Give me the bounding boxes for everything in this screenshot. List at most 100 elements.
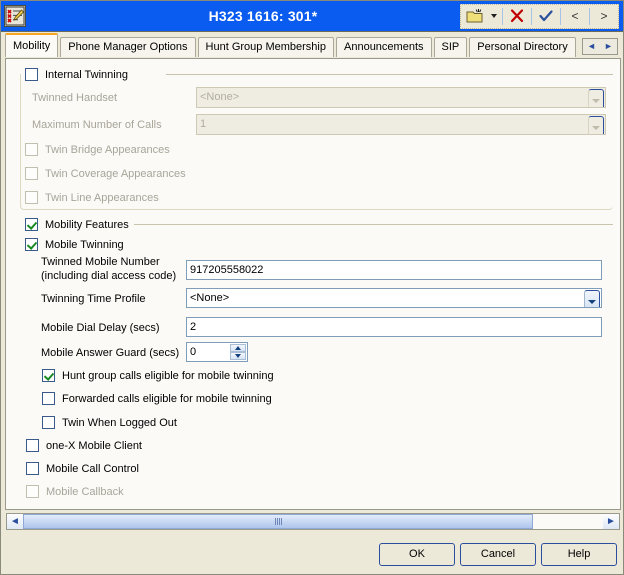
mobile-call-control-checkbox[interactable] — [26, 462, 39, 475]
twinned-handset-label: Twinned Handset — [32, 92, 117, 104]
mobile-callback-checkbox — [26, 485, 39, 498]
mobile-dial-delay-label: Mobile Dial Delay (secs) — [41, 322, 160, 334]
twinning-time-profile-chevron-down-icon[interactable] — [584, 290, 600, 307]
toolbar-separator — [560, 7, 561, 25]
title-bar: H323 1616: 301* < > — [1, 1, 623, 32]
spinner-down-icon[interactable] — [230, 352, 246, 360]
mobile-call-control-row[interactable]: Mobile Call Control — [26, 462, 139, 475]
hunt-group-calls-eligible-label: Hunt group calls eligible for mobile twi… — [62, 369, 274, 382]
mobility-features-group-line — [134, 224, 613, 225]
mobile-callback-row: Mobile Callback — [26, 485, 124, 498]
twinned-handset-value: <None> — [200, 91, 240, 103]
maximum-number-of-calls-chevron-down-icon — [588, 116, 604, 134]
less-than-icon: < — [571, 9, 579, 23]
mobility-features-label: Mobility Features — [45, 218, 129, 231]
mobility-features-group-checkbox-row[interactable]: Mobility Features — [25, 218, 129, 231]
mobile-callback-label: Mobile Callback — [46, 485, 124, 498]
maximum-number-of-calls-label: Maximum Number of Calls — [32, 119, 162, 131]
one-x-mobile-client-label: one-X Mobile Client — [46, 439, 142, 452]
mobile-twinning-label: Mobile Twinning — [45, 238, 124, 251]
scroll-left-icon: ◄ — [10, 515, 20, 527]
tab-mobility[interactable]: Mobility — [5, 33, 59, 57]
one-x-mobile-client-checkbox[interactable] — [26, 439, 39, 452]
mobility-tab-panel: Internal Twinning Twinned Handset <None>… — [5, 58, 621, 510]
twinned-mobile-number-label-line1: Twinned Mobile Number — [41, 256, 160, 268]
twinned-mobile-number-label-line2: (including dial access code) — [41, 270, 177, 282]
toolbar-separator — [502, 7, 503, 25]
greater-than-icon: > — [600, 9, 608, 23]
twin-line-appearances-checkbox — [25, 191, 38, 204]
extension-settings-window: H323 1616: 301* < > Mobility Phone Manag… — [0, 0, 624, 575]
previous-button[interactable]: < — [563, 6, 587, 27]
twin-line-appearances-label: Twin Line Appearances — [45, 191, 159, 204]
mobile-call-control-label: Mobile Call Control — [46, 462, 139, 475]
new-entry-dropdown[interactable] — [487, 6, 500, 27]
tab-phone-manager-options[interactable]: Phone Manager Options — [60, 37, 196, 57]
new-entry-button[interactable] — [463, 6, 487, 27]
forwarded-calls-eligible-row[interactable]: Forwarded calls eligible for mobile twin… — [42, 392, 272, 405]
tab-sip[interactable]: SIP — [433, 37, 468, 57]
twin-bridge-appearances-checkbox — [25, 143, 38, 156]
tab-hunt-group-membership[interactable]: Hunt Group Membership — [197, 37, 334, 57]
ok-button[interactable]: OK — [379, 543, 455, 566]
caret-down-icon — [490, 14, 497, 18]
maximum-number-of-calls-value: 1 — [200, 118, 207, 130]
mobile-answer-guard-label: Mobile Answer Guard (secs) — [41, 347, 180, 359]
twin-bridge-appearances-row: Twin Bridge Appearances — [25, 143, 170, 156]
mobile-twinning-checkbox[interactable] — [25, 238, 38, 251]
spinner-up-icon[interactable] — [230, 344, 246, 352]
one-x-mobile-client-row[interactable]: one-X Mobile Client — [26, 439, 142, 452]
tab-scroll-left-icon[interactable]: ◄ — [587, 42, 596, 51]
mobile-dial-delay-input[interactable]: 2 — [186, 317, 602, 337]
twinning-time-profile-value: <None> — [190, 292, 230, 304]
scroll-right-button[interactable]: ► — [603, 514, 619, 529]
red-x-icon — [510, 9, 524, 23]
dialog-footer: OK Cancel Help — [1, 531, 623, 574]
maximum-number-of-calls-combobox: 1 — [196, 114, 606, 135]
mobile-answer-guard-spin-buttons[interactable] — [230, 344, 246, 360]
twinning-time-profile-combobox[interactable]: <None> — [186, 288, 602, 308]
scrollbar-track[interactable] — [23, 514, 603, 529]
next-button[interactable]: > — [592, 6, 616, 27]
scroll-left-button[interactable]: ◄ — [7, 514, 23, 529]
form-checklist-edit-icon — [4, 5, 26, 27]
scrollbar-thumb[interactable] — [23, 514, 534, 529]
tab-scroll-right-icon[interactable]: ► — [604, 42, 613, 51]
help-button[interactable]: Help — [541, 543, 617, 566]
mobile-twinning-row[interactable]: Mobile Twinning — [25, 238, 124, 251]
twinning-time-profile-label: Twinning Time Profile — [41, 293, 146, 305]
tab-announcements[interactable]: Announcements — [336, 37, 432, 57]
mobile-answer-guard-stepper[interactable]: 0 — [186, 342, 248, 362]
hunt-group-calls-eligible-checkbox[interactable] — [42, 369, 55, 382]
hunt-group-calls-eligible-row[interactable]: Hunt group calls eligible for mobile twi… — [42, 369, 274, 382]
twin-when-logged-out-label: Twin When Logged Out — [62, 416, 177, 429]
delete-button[interactable] — [505, 6, 529, 27]
tab-scroll-controls: ◄ ► — [582, 38, 618, 55]
tab-personal-directory[interactable]: Personal Directory — [469, 37, 576, 57]
mobility-features-checkbox[interactable] — [25, 218, 38, 231]
mobile-answer-guard-value: 0 — [190, 346, 197, 358]
twin-coverage-appearances-checkbox — [25, 167, 38, 180]
forwarded-calls-eligible-checkbox[interactable] — [42, 392, 55, 405]
validate-button[interactable] — [534, 6, 558, 27]
horizontal-scrollbar[interactable]: ◄ ► — [6, 513, 620, 530]
window-title: H323 1616: 301* — [208, 8, 318, 24]
twin-coverage-appearances-label: Twin Coverage Appearances — [45, 167, 186, 180]
twinned-handset-chevron-down-icon — [588, 89, 604, 107]
blue-check-icon — [539, 10, 553, 22]
twin-line-appearances-row: Twin Line Appearances — [25, 191, 159, 204]
toolbar-separator — [589, 7, 590, 25]
twin-when-logged-out-row[interactable]: Twin When Logged Out — [42, 416, 177, 429]
title-bar-toolbar: < > — [460, 3, 619, 29]
scroll-right-icon: ► — [606, 515, 616, 527]
tab-strip: Mobility Phone Manager Options Hunt Grou… — [1, 32, 623, 57]
scrollbar-grip-icon — [274, 518, 282, 525]
twinned-mobile-number-input[interactable]: 917205558022 — [186, 260, 602, 280]
forwarded-calls-eligible-label: Forwarded calls eligible for mobile twin… — [62, 392, 272, 405]
twin-coverage-appearances-row: Twin Coverage Appearances — [25, 167, 186, 180]
twin-bridge-appearances-label: Twin Bridge Appearances — [45, 143, 170, 156]
twinned-handset-combobox: <None> — [196, 87, 606, 108]
cancel-button[interactable]: Cancel — [460, 543, 536, 566]
toolbar-separator — [531, 7, 532, 25]
twin-when-logged-out-checkbox[interactable] — [42, 416, 55, 429]
